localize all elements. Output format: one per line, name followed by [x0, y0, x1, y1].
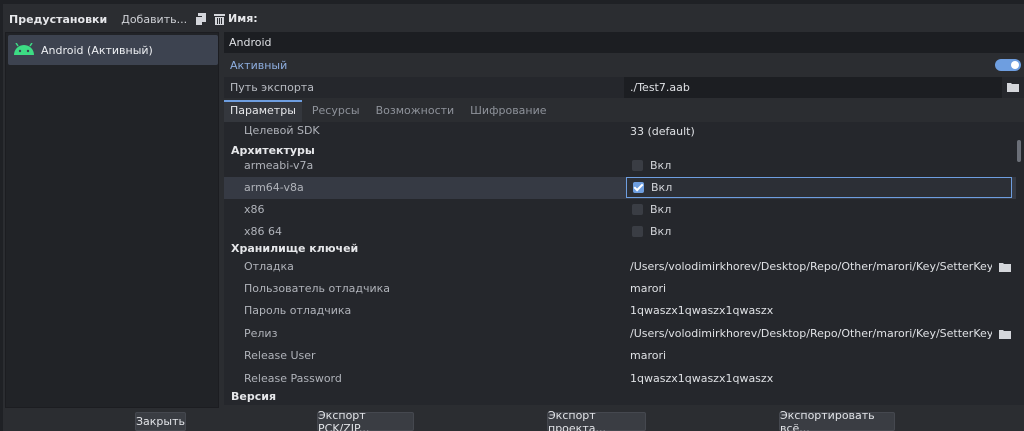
toggle-knob — [1011, 61, 1019, 69]
preset-item-label: Android (Активный) — [41, 43, 153, 57]
tab-encryption[interactable]: Шифрование — [464, 100, 552, 122]
tab-features[interactable]: Возможности — [370, 100, 461, 122]
close-button[interactable]: Закрыть — [135, 412, 186, 431]
version-section-title: Версия — [231, 390, 277, 403]
export-all-button[interactable]: Экспортировать всё... — [779, 409, 895, 431]
active-toggle[interactable] — [995, 59, 1021, 71]
arch-name: arm64-v8a — [244, 181, 304, 194]
properties-panel: Целевой SDK 33 (default) Архитектуры arm… — [224, 122, 1024, 405]
folder-icon[interactable] — [996, 325, 1014, 343]
release-keystore-input[interactable]: /Users/volodimirkhorev/Desktop/Repo/Othe… — [626, 323, 992, 344]
android-icon — [13, 42, 35, 58]
keystore-row-debug-password: Пароль отладчика 1qwaszx1qwaszx1qwaszx — [224, 300, 1016, 322]
debug-user-input[interactable]: marori — [626, 278, 1014, 299]
keystore-label: Release Password — [244, 372, 342, 385]
name-label: Имя: — [228, 12, 258, 25]
preset-list: Android (Активный) — [5, 32, 219, 408]
checkbox-icon — [632, 160, 643, 171]
export-project-button[interactable]: Экспорт проекта... — [547, 409, 646, 431]
name-input[interactable]: Android — [224, 32, 1024, 53]
active-label: Активный — [230, 58, 288, 72]
keystore-section-title: Хранилище ключей — [231, 242, 359, 255]
export-path-input[interactable]: ./Test7.aab — [624, 77, 1002, 98]
arch-checkbox-arm64[interactable]: Вкл — [626, 177, 1012, 198]
tab-parameters[interactable]: Параметры — [224, 100, 302, 122]
checkbox-checked-icon — [633, 182, 644, 193]
arch-name: x86 — [244, 203, 265, 216]
version-section[interactable]: Версия — [224, 386, 1016, 405]
checkbox-label: Вкл — [651, 181, 673, 194]
presets-title: Предустановки — [9, 12, 108, 26]
delete-icon[interactable] — [214, 12, 226, 26]
target-sdk-value[interactable]: 33 (default) — [626, 122, 1014, 140]
keystore-label: Release User — [244, 349, 316, 362]
keystore-label: Релиз — [244, 327, 278, 340]
arch-row-armeabi: armeabi-v7a Вкл — [224, 155, 1016, 177]
keystore-label: Пользователь отладчика — [244, 282, 391, 295]
release-user-input[interactable]: marori — [626, 345, 1014, 366]
arch-name: armeabi-v7a — [244, 159, 314, 172]
export-pck-button[interactable]: Экспорт PCK/ZIP... — [317, 409, 414, 431]
keystore-label: Отладка — [244, 260, 294, 273]
export-path-row: Путь экспорта ./Test7.aab — [224, 77, 1024, 98]
name-value: Android — [229, 36, 272, 49]
arch-row-arm64: arm64-v8a Вкл — [224, 177, 1016, 199]
export-path-label: Путь экспорта — [230, 81, 314, 94]
arch-name: x86 64 — [244, 225, 283, 238]
folder-icon[interactable] — [1004, 78, 1022, 96]
active-row: Активный — [224, 55, 1024, 75]
checkbox-label: Вкл — [650, 159, 672, 172]
checkbox-label: Вкл — [650, 203, 672, 216]
keystore-row-release: Релиз /Users/volodimirkhorev/Desktop/Rep… — [224, 323, 1016, 345]
window-top-edge — [0, 0, 1024, 4]
export-path-value: ./Test7.aab — [630, 81, 690, 94]
add-preset-button[interactable]: Добавить... — [121, 13, 187, 26]
arch-row-x86: x86 Вкл — [224, 199, 1016, 221]
keystore-row-debug: Отладка /Users/volodimirkhorev/Desktop/R… — [224, 256, 1016, 278]
checkbox-icon — [632, 226, 643, 237]
keystore-label: Пароль отладчика — [244, 304, 352, 317]
bottom-bar: Закрыть Экспорт PCK/ZIP... Экспорт проек… — [0, 408, 1024, 431]
debug-keystore-input[interactable]: /Users/volodimirkhorev/Desktop/Repo/Othe… — [626, 256, 992, 277]
preset-item-android[interactable]: Android (Активный) — [8, 35, 218, 65]
checkbox-label: Вкл — [650, 225, 672, 238]
target-sdk-label: Целевой SDK — [244, 124, 320, 137]
keystore-row-release-user: Release User marori — [224, 345, 1016, 367]
keystore-row-debug-user: Пользователь отладчика marori — [224, 278, 1016, 300]
folder-icon[interactable] — [996, 258, 1014, 276]
arch-checkbox-armeabi[interactable]: Вкл — [626, 155, 1014, 176]
checkbox-icon — [632, 204, 643, 215]
arch-checkbox-x86[interactable]: Вкл — [626, 199, 1014, 220]
debug-password-input[interactable]: 1qwaszx1qwaszx1qwaszx — [626, 300, 1014, 321]
tab-resources[interactable]: Ресурсы — [306, 100, 366, 122]
scrollbar[interactable] — [1017, 140, 1021, 162]
tab-bar: Параметры Ресурсы Возможности Шифрование — [224, 100, 1024, 122]
duplicate-icon[interactable] — [195, 12, 207, 26]
presets-header: Предустановки Добавить... — [5, 6, 226, 32]
window-left-edge — [0, 4, 3, 431]
